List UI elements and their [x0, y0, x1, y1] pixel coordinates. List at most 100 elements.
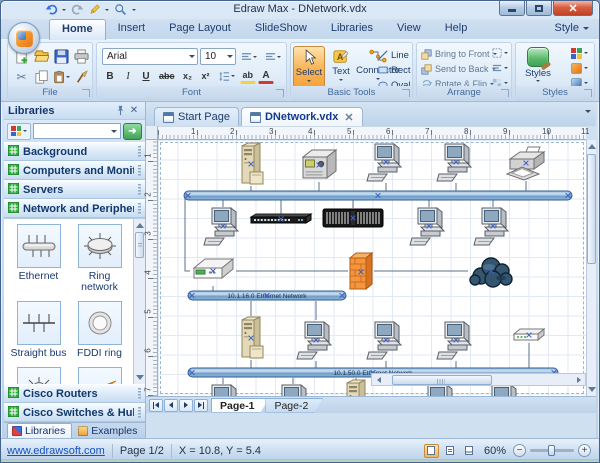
underline-button[interactable]: U — [138, 68, 154, 84]
pin-panel-icon[interactable] — [113, 104, 127, 118]
tower-node[interactable] — [241, 316, 264, 359]
styles-button[interactable]: Styles — [521, 47, 555, 89]
horizontal-scrollbar[interactable] — [371, 373, 586, 386]
pc-node[interactable] — [296, 321, 332, 360]
first-page-button[interactable] — [149, 398, 163, 412]
subscript-button[interactable]: x₂ — [180, 68, 196, 84]
basic-tools-dialog-launcher-icon[interactable] — [402, 89, 410, 97]
pc-node[interactable] — [366, 143, 402, 182]
align-text-button[interactable] — [238, 49, 260, 65]
page-tab-page-2[interactable]: Page-2 — [265, 398, 323, 413]
line-tool-button[interactable]: Line — [378, 48, 411, 62]
shape-fddi-ring[interactable]: FDDI ring — [69, 301, 130, 359]
pc-node[interactable] — [436, 143, 472, 182]
superscript-button[interactable]: x² — [198, 68, 214, 84]
normal-view-button[interactable] — [423, 443, 439, 458]
scroll-left-icon[interactable] — [372, 374, 385, 385]
document-tab-start-page[interactable]: Start Page — [154, 107, 239, 126]
pc-node[interactable] — [409, 207, 445, 246]
edrawsoft-link[interactable]: www.edrawsoft.com — [7, 445, 105, 457]
shape-ring-network[interactable]: Ring network — [69, 224, 130, 293]
shape-straight-bus[interactable]: Straight bus — [8, 301, 69, 359]
library-search-input[interactable] — [33, 123, 121, 139]
cloud-node[interactable] — [469, 257, 513, 288]
arrange-dialog-launcher-icon[interactable] — [501, 89, 509, 97]
search-go-button[interactable]: ➜ — [123, 122, 142, 140]
shape-comm-link[interactable] — [69, 367, 130, 384]
gallery-scroll-thumb[interactable] — [135, 232, 144, 258]
select-tool-button[interactable]: Select — [293, 46, 325, 88]
zoom-slider-thumb[interactable] — [548, 445, 555, 456]
theme-fill-button[interactable] — [571, 62, 588, 74]
scroll-right-icon[interactable] — [572, 374, 585, 385]
tower-node[interactable] — [346, 379, 369, 396]
library-section-background[interactable]: Background — [4, 142, 145, 161]
pc-node[interactable] — [366, 321, 402, 360]
next-page-button[interactable] — [179, 398, 193, 412]
paste-button[interactable] — [52, 67, 71, 87]
fullscreen-view-button[interactable] — [462, 444, 477, 458]
gallery-scrollbar[interactable] — [133, 219, 145, 384]
tab-home[interactable]: Home — [49, 19, 106, 40]
library-section-computers-and-monitors[interactable]: Computers and Monitors — [4, 161, 145, 180]
close-button[interactable]: ✕ — [553, 1, 593, 16]
strikethrough-button[interactable]: abc — [156, 68, 178, 84]
scroll-up-icon[interactable] — [136, 223, 144, 228]
copy-button[interactable] — [32, 67, 51, 87]
tab-list-dropdown-icon[interactable] — [585, 110, 591, 113]
close-tab-icon[interactable]: ✕ — [344, 111, 353, 124]
minimize-button[interactable] — [499, 1, 525, 16]
previous-page-button[interactable] — [164, 398, 178, 412]
group-button[interactable] — [492, 47, 508, 59]
pc-node[interactable] — [473, 207, 509, 246]
style-dropdown[interactable]: Style — [555, 22, 589, 34]
styles-dialog-launcher-icon[interactable] — [584, 89, 592, 97]
tab-help[interactable]: Help — [433, 19, 480, 40]
pc-node[interactable] — [483, 384, 519, 396]
cut-button[interactable]: ✂ — [12, 67, 31, 87]
document-tab-dnetwork-vdx[interactable]: DNetwork.vdx ✕ — [240, 107, 363, 126]
rect-tool-button[interactable]: Rect — [378, 63, 411, 77]
sidebar-tab-examples[interactable]: Examples — [73, 423, 144, 439]
save-button[interactable] — [52, 46, 71, 66]
scroll-down-icon[interactable] — [588, 387, 596, 392]
highlight-button[interactable]: ab — [239, 68, 257, 84]
vertical-scroll-thumb[interactable] — [587, 154, 596, 264]
library-section-network-and-peripherals[interactable]: Network and Peripherals — [4, 199, 145, 218]
library-section-cisco-routers[interactable]: Cisco Routers — [4, 384, 145, 403]
bring-to-front-button[interactable]: Bring to Front — [421, 48, 497, 60]
zoom-in-button[interactable]: + — [578, 444, 591, 457]
drawing-canvas[interactable]: 10.1.16.0 Ethernet Network10.1.50.0 Ethe… — [158, 140, 586, 396]
bold-button[interactable]: B — [102, 68, 118, 84]
line-spacing-button[interactable] — [216, 68, 238, 84]
bullets-button[interactable] — [262, 49, 284, 65]
theme-colors-button[interactable] — [571, 47, 588, 59]
text-tool-button[interactable]: Text — [327, 46, 355, 88]
pc-node[interactable] — [203, 384, 239, 396]
tab-insert[interactable]: Insert — [106, 19, 158, 40]
shape-ethernet[interactable]: Ethernet — [8, 224, 69, 293]
send-to-back-button[interactable]: Send to Back — [421, 63, 497, 75]
horizontal-scroll-thumb[interactable] — [392, 375, 492, 385]
page-tab-page-1[interactable]: Page-1 — [211, 398, 269, 413]
vertical-scrollbar[interactable] — [586, 140, 596, 396]
print-button[interactable] — [72, 46, 91, 66]
close-panel-icon[interactable]: ✕ — [127, 104, 141, 118]
file-dialog-launcher-icon[interactable] — [82, 89, 90, 97]
font-size-select[interactable]: 10 — [200, 48, 236, 65]
router-node[interactable] — [193, 258, 234, 279]
pc-node[interactable] — [273, 384, 309, 396]
pc-node[interactable] — [419, 384, 455, 396]
scroll-up-icon[interactable] — [588, 144, 596, 149]
library-section-cisco-switches-hubs[interactable]: Cisco Switches & Hubs — [4, 403, 145, 422]
tower-node[interactable] — [241, 142, 264, 185]
firewall-node[interactable] — [349, 252, 373, 290]
tab-slideshow[interactable]: SlideShow — [243, 19, 319, 40]
app-menu-button[interactable] — [8, 22, 40, 54]
library-section-servers[interactable]: Servers — [4, 180, 145, 199]
font-color-button[interactable]: A — [258, 68, 275, 84]
align-button[interactable] — [492, 62, 508, 74]
font-dialog-launcher-icon[interactable] — [276, 89, 284, 97]
page-view-button[interactable] — [443, 444, 458, 458]
format-painter-button[interactable] — [72, 67, 91, 87]
